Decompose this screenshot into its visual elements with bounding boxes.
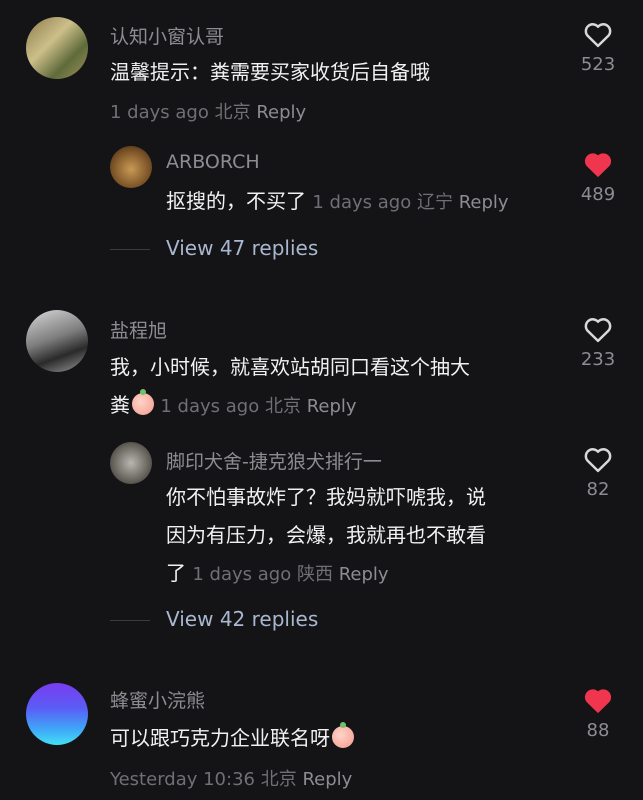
reply-username[interactable]: 脚印犬舍-捷克狼犬排行一 [166,447,382,474]
comment-location: 北京 [264,396,301,417]
like-button[interactable]: 489 [568,150,628,205]
comment-location: 北京 [214,102,251,123]
reply-text: 了 [166,561,186,585]
reply-text: 抠搜的，不买了 [166,189,306,213]
comment-meta: 1 days ago 北京 Reply [160,396,356,417]
divider [110,249,150,250]
comment-username[interactable]: 蜂蜜小浣熊 [110,686,205,713]
reply-button[interactable]: Reply [302,769,352,790]
like-button[interactable]: 82 [568,445,628,500]
like-button[interactable]: 88 [568,686,628,741]
view-replies-button[interactable]: View 47 replies [166,236,318,260]
reply-time: 1 days ago [312,192,412,213]
comment-text-line: 可以跟巧克力企业联名呀 [110,721,354,755]
avatar[interactable] [110,442,152,484]
reply-button[interactable]: Reply [307,396,357,417]
like-button[interactable]: 233 [568,315,628,370]
reply-text-line: 抠搜的，不买了 1 days ago 辽宁 Reply [166,184,509,220]
like-count: 233 [580,349,616,370]
comment-text: 温馨提示：粪需要买家收货后自备哦 [110,60,430,84]
comment-text-line: 粪 1 days ago 北京 Reply [110,388,357,424]
comment-username[interactable]: 认知小窗认哥 [110,22,224,49]
crying-face-emoji [132,389,154,415]
comment-text: 粪 [110,393,130,417]
reply-location: 陕西 [296,564,333,585]
reply-meta: 1 days ago 陕西 Reply [192,564,388,585]
avatar[interactable] [26,17,88,79]
like-count: 489 [580,184,616,205]
view-replies-button[interactable]: View 42 replies [166,607,318,631]
reply-time: 1 days ago [192,564,292,585]
comment-text: 可以跟巧克力企业联名呀 [110,726,330,750]
avatar[interactable] [110,146,152,188]
like-count: 88 [586,720,610,741]
reply-button[interactable]: Reply [256,102,306,123]
like-button[interactable]: 523 [568,20,628,75]
comment-time: Yesterday 10:36 [110,769,255,790]
reply-text-line: 因为有压力，会爆，我就再也不敢看 [166,523,486,547]
heart-icon [584,318,612,343]
like-count: 523 [580,54,616,75]
avatar[interactable] [26,683,88,745]
crying-face-emoji [332,722,354,748]
reply-button[interactable]: Reply [459,192,509,213]
heart-icon [584,448,612,473]
reply-button[interactable]: Reply [339,564,389,585]
comment-meta: Yesterday 10:36 北京 Reply [110,765,352,791]
comment-meta: 1 days ago 北京 Reply [110,98,306,124]
comment-time: 1 days ago [160,396,260,417]
comment-location: 北京 [260,769,297,790]
comment-time: 1 days ago [110,102,209,123]
reply-meta: 1 days ago 辽宁 Reply [312,192,508,213]
reply-text-line: 了 1 days ago 陕西 Reply [166,556,389,592]
comment-username[interactable]: 盐程旭 [110,316,167,343]
reply-text-line: 你不怕事故炸了？我妈就吓唬我，说 [166,485,486,509]
divider [110,620,150,621]
comment-text-line: 我，小时候，就喜欢站胡同口看这个抽大 [110,355,470,379]
reply-username[interactable]: ARBORCH [166,151,260,173]
like-count: 82 [586,479,610,500]
reply-location: 辽宁 [416,192,453,213]
heart-icon [584,689,612,713]
heart-icon [584,23,612,48]
avatar[interactable] [26,310,88,372]
heart-icon [584,153,612,177]
